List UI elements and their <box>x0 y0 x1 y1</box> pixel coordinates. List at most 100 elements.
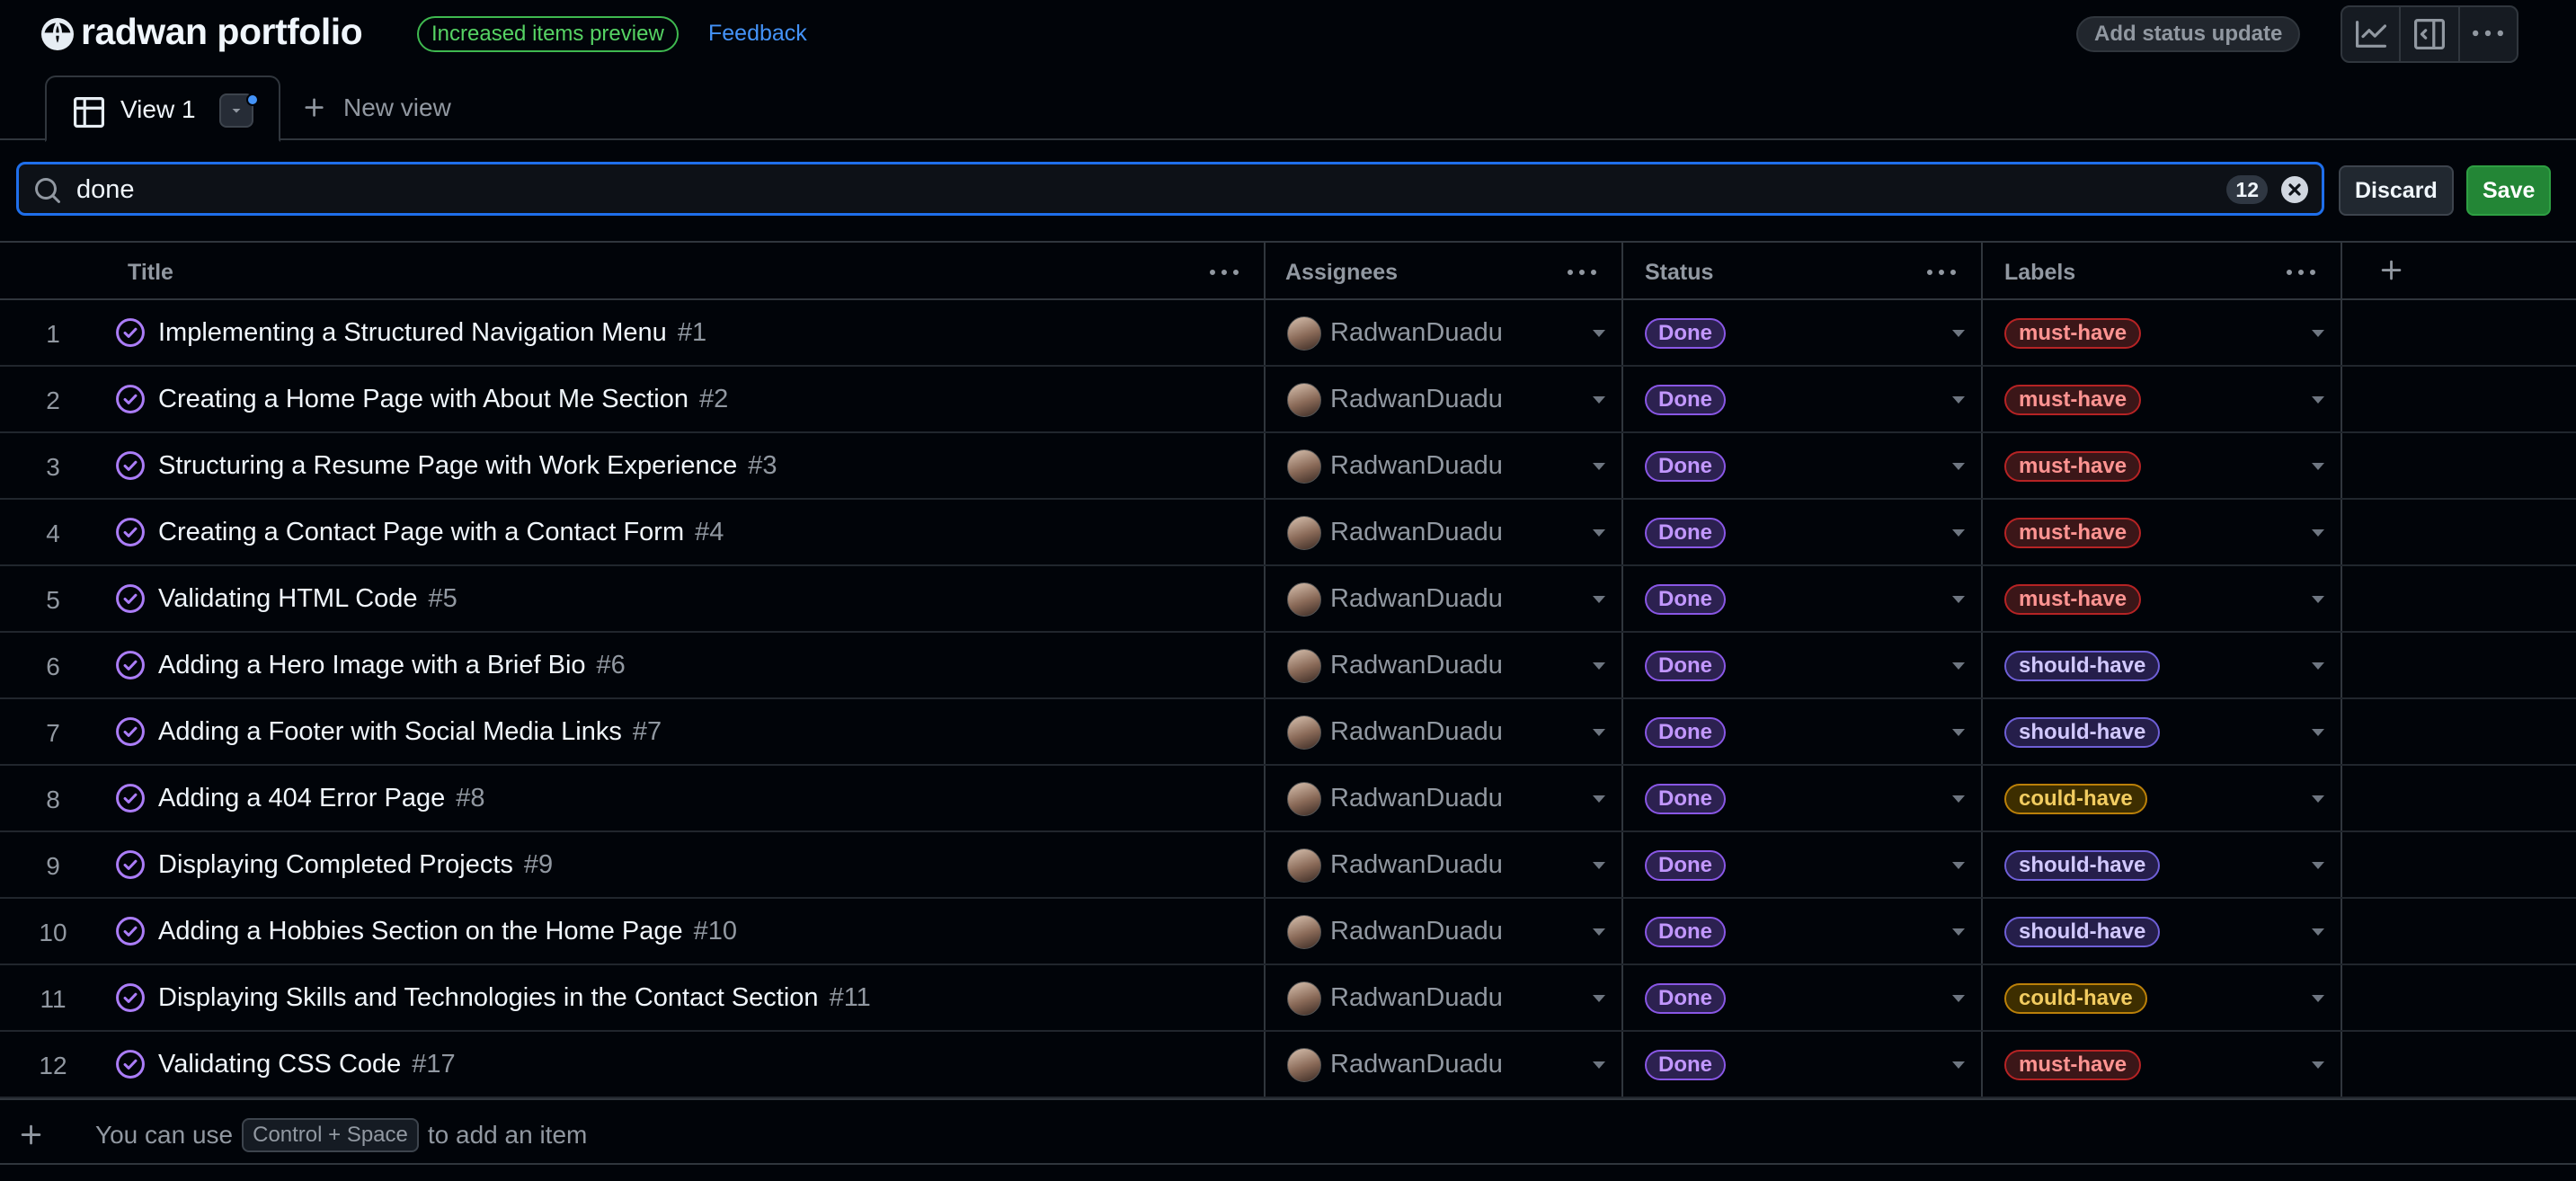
assignee-cell[interactable]: RadwanDuadu <box>1264 633 1623 697</box>
feedback-link[interactable]: Feedback <box>708 21 807 47</box>
chevron-down-icon[interactable] <box>1952 862 1965 869</box>
chevron-down-icon[interactable] <box>1593 795 1605 803</box>
labels-cell[interactable]: must-have <box>1983 367 2342 431</box>
chevron-down-icon[interactable] <box>1593 928 1605 936</box>
labels-cell[interactable]: must-have <box>1983 300 2342 365</box>
item-title[interactable]: Adding a Hobbies Section on the Home Pag… <box>158 917 737 946</box>
chevron-down-icon[interactable] <box>1952 729 1965 736</box>
assignee-cell[interactable]: RadwanDuadu <box>1264 699 1623 764</box>
assignee-cell[interactable]: RadwanDuadu <box>1264 433 1623 498</box>
chevron-down-icon[interactable] <box>1593 330 1605 337</box>
title-cell[interactable]: Creating a Contact Page with a Contact F… <box>106 500 1266 564</box>
chevron-down-icon[interactable] <box>2312 1061 2324 1069</box>
table-row[interactable]: 12 Validating CSS Code #17 RadwanDuadu Done m… <box>0 1032 2576 1098</box>
chevron-down-icon[interactable] <box>1593 729 1605 736</box>
kebab-icon[interactable] <box>1927 259 1956 288</box>
status-cell[interactable]: Done <box>1623 367 1983 431</box>
kebab-icon[interactable] <box>1210 259 1239 288</box>
assignee-cell[interactable]: RadwanDuadu <box>1264 1032 1623 1097</box>
chevron-down-icon[interactable] <box>2312 596 2324 603</box>
chevron-down-icon[interactable] <box>2312 463 2324 470</box>
chevron-down-icon[interactable] <box>1952 928 1965 936</box>
table-row[interactable]: 9 Displaying Completed Projects #9 RadwanDu… <box>0 832 2576 899</box>
assignee-cell[interactable]: RadwanDuadu <box>1264 566 1623 631</box>
item-title[interactable]: Structuring a Resume Page with Work Expe… <box>158 451 777 481</box>
chevron-down-icon[interactable] <box>1952 795 1965 803</box>
title-cell[interactable]: Displaying Skills and Technologies in th… <box>106 965 1266 1030</box>
assignee-cell[interactable]: RadwanDuadu <box>1264 965 1623 1030</box>
table-row[interactable]: 10 Adding a Hobbies Section on the Home P… <box>0 899 2576 965</box>
status-cell[interactable]: Done <box>1623 899 1983 963</box>
chevron-down-icon[interactable] <box>1952 995 1965 1002</box>
title-cell[interactable]: Adding a Hobbies Section on the Home Pag… <box>106 899 1266 963</box>
chevron-down-icon[interactable] <box>1952 662 1965 670</box>
assignee-cell[interactable]: RadwanDuadu <box>1264 899 1623 963</box>
item-title[interactable]: Creating a Home Page with About Me Secti… <box>158 385 728 414</box>
tab-view-1[interactable]: View 1 <box>45 75 280 142</box>
item-title[interactable]: Validating CSS Code #17 <box>158 1050 456 1079</box>
chevron-down-icon[interactable] <box>2312 729 2324 736</box>
more-options-button[interactable] <box>2460 7 2517 61</box>
save-button[interactable]: Save <box>2466 165 2552 216</box>
chevron-down-icon[interactable] <box>2312 795 2324 803</box>
status-cell[interactable]: Done <box>1623 965 1983 1030</box>
assignee-cell[interactable]: RadwanDuadu <box>1264 367 1623 431</box>
add-status-update-button[interactable]: Add status update <box>2076 16 2301 52</box>
title-cell[interactable]: Structuring a Resume Page with Work Expe… <box>106 433 1266 498</box>
status-cell[interactable]: Done <box>1623 766 1983 830</box>
table-row[interactable]: 6 Adding a Hero Image with a Brief Bio #6 R… <box>0 633 2576 699</box>
column-header-status[interactable]: Status <box>1623 243 1983 300</box>
table-row[interactable]: 4 Creating a Contact Page with a Contact … <box>0 500 2576 566</box>
chevron-down-icon[interactable] <box>1593 862 1605 869</box>
status-cell[interactable]: Done <box>1623 433 1983 498</box>
item-title[interactable]: Creating a Contact Page with a Contact F… <box>158 518 724 547</box>
new-view-button[interactable]: New view <box>302 93 451 122</box>
title-cell[interactable]: Creating a Home Page with About Me Secti… <box>106 367 1266 431</box>
table-row[interactable]: 5 Validating HTML Code #5 RadwanDuadu Done mu… <box>0 566 2576 633</box>
chevron-down-icon[interactable] <box>1952 463 1965 470</box>
labels-cell[interactable]: must-have <box>1983 433 2342 498</box>
title-cell[interactable]: Adding a Hero Image with a Brief Bio #6 <box>106 633 1266 697</box>
assignee-cell[interactable]: RadwanDuadu <box>1264 500 1623 564</box>
table-row[interactable]: 2 Creating a Home Page with About Me Sect… <box>0 367 2576 433</box>
item-title[interactable]: Implementing a Structured Navigation Men… <box>158 318 706 348</box>
filter-input[interactable]: done 12 <box>16 162 2324 216</box>
chevron-down-icon[interactable] <box>2312 330 2324 337</box>
item-title[interactable]: Adding a Footer with Social Media Links #… <box>158 717 662 747</box>
add-field-button[interactable] <box>2342 243 2576 300</box>
status-cell[interactable]: Done <box>1623 300 1983 365</box>
labels-cell[interactable]: should-have <box>1983 832 2342 897</box>
add-item-row[interactable]: You can use Control + Space to add an it… <box>0 1098 2576 1165</box>
chevron-down-icon[interactable] <box>1593 995 1605 1002</box>
status-cell[interactable]: Done <box>1623 1032 1983 1097</box>
item-title[interactable]: Adding a Hero Image with a Brief Bio #6 <box>158 651 626 680</box>
kebab-icon[interactable] <box>2287 259 2315 288</box>
chevron-down-icon[interactable] <box>1593 596 1605 603</box>
status-cell[interactable]: Done <box>1623 566 1983 631</box>
labels-cell[interactable]: should-have <box>1983 899 2342 963</box>
labels-cell[interactable]: should-have <box>1983 699 2342 764</box>
table-row[interactable]: 7 Adding a Footer with Social Media Links… <box>0 699 2576 766</box>
column-header-labels[interactable]: Labels <box>1983 243 2342 300</box>
chevron-down-icon[interactable] <box>1952 396 1965 404</box>
column-header-assignees[interactable]: Assignees <box>1264 243 1623 300</box>
title-cell[interactable]: Validating HTML Code #5 <box>106 566 1266 631</box>
chevron-down-icon[interactable] <box>1952 529 1965 537</box>
assignee-cell[interactable]: RadwanDuadu <box>1264 300 1623 365</box>
title-cell[interactable]: Implementing a Structured Navigation Men… <box>106 300 1266 365</box>
chevron-down-icon[interactable] <box>1952 330 1965 337</box>
labels-cell[interactable]: could-have <box>1983 766 2342 830</box>
chevron-down-icon[interactable] <box>2312 862 2324 869</box>
chevron-down-icon[interactable] <box>1593 662 1605 670</box>
status-cell[interactable]: Done <box>1623 699 1983 764</box>
labels-cell[interactable]: must-have <box>1983 500 2342 564</box>
title-cell[interactable]: Adding a Footer with Social Media Links #… <box>106 699 1266 764</box>
item-title[interactable]: Displaying Skills and Technologies in th… <box>158 983 871 1013</box>
chevron-down-icon[interactable] <box>1593 529 1605 537</box>
plus-icon[interactable] <box>18 1122 45 1149</box>
table-row[interactable]: 3 Structuring a Resume Page with Work Exp… <box>0 433 2576 500</box>
item-title[interactable]: Adding a 404 Error Page #8 <box>158 784 484 813</box>
side-panel-button[interactable] <box>2401 7 2460 61</box>
chevron-down-icon[interactable] <box>2312 396 2324 404</box>
title-cell[interactable]: Adding a 404 Error Page #8 <box>106 766 1266 830</box>
